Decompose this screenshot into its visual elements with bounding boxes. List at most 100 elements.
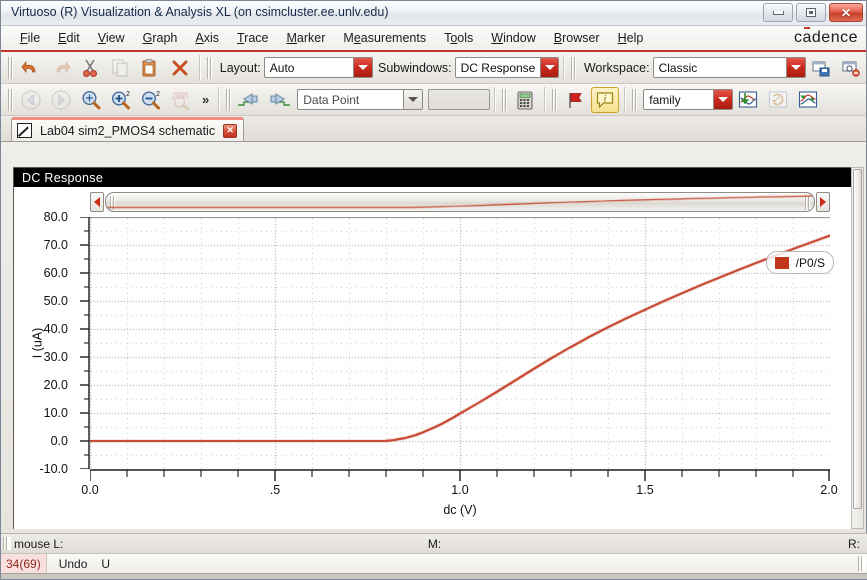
menu-item-graph[interactable]: Graph — [134, 28, 187, 48]
scroll-right-arrow-icon[interactable] — [816, 192, 830, 212]
tab-close-button[interactable]: ✕ — [223, 123, 238, 138]
layout-group-grip[interactable] — [205, 56, 213, 79]
command-status-bar: 34(69) Undo U — [1, 553, 867, 573]
scrollbar-waveform-preview — [106, 193, 814, 211]
redo-icon — [56, 60, 71, 73]
resize-grip[interactable] — [858, 556, 866, 571]
menu-item-help[interactable]: Help — [609, 28, 653, 48]
annotation-group-grip[interactable] — [551, 88, 559, 111]
paste-icon — [142, 58, 156, 76]
delete-workspace-button[interactable] — [837, 55, 865, 81]
restore-icon — [806, 8, 816, 17]
toolbar-grip[interactable] — [7, 56, 14, 79]
save-workspace-button[interactable] — [807, 55, 835, 81]
document-tab[interactable]: Lab04 sim2_PMOS4 schematic ✕ — [11, 117, 245, 141]
y-axis-ticks — [80, 216, 90, 470]
zoom-next-icon — [51, 89, 71, 110]
zoom-fit-button[interactable] — [77, 87, 105, 113]
menu-item-marker[interactable]: Marker — [277, 28, 334, 48]
copy-icon — [112, 59, 128, 76]
family-group-grip[interactable] — [631, 88, 639, 111]
chevron-down-icon — [713, 90, 733, 109]
menu-item-browser[interactable]: Browser — [545, 28, 609, 48]
y-axis[interactable]: I (uA) -10.0 0.0 10.0 20.0 30.0 40.0 50.0 60.0 7… — [14, 210, 90, 476]
legend[interactable]: /P0/S — [765, 251, 834, 274]
redo-button[interactable] — [47, 55, 75, 81]
y-tick-label: 20.0 — [43, 378, 68, 392]
mouse-right-label: R: — [848, 536, 860, 551]
copy-button[interactable] — [106, 55, 134, 81]
delete-icon — [172, 60, 188, 75]
restore-button[interactable] — [796, 3, 826, 22]
x-tick-label: .5 — [269, 483, 281, 497]
marker-mode-select[interactable]: Data Point — [297, 89, 424, 110]
subwindows-select[interactable]: DC Response — [454, 57, 559, 78]
window-title: Virtuoso (R) Visualization & Analysis XL… — [11, 5, 389, 19]
undo-button[interactable] — [17, 55, 45, 81]
x-axis-ticks — [89, 469, 830, 481]
split-trace-button[interactable] — [794, 87, 822, 113]
plot-area[interactable]: /P0/S — [90, 217, 834, 469]
marker-group-grip[interactable] — [225, 88, 233, 111]
swap-trace-icon — [769, 90, 788, 108]
workspace-select[interactable]: Classic — [652, 57, 807, 78]
zoom-in-icon: 2 — [111, 91, 130, 109]
zoom-next-button[interactable] — [47, 87, 75, 113]
menu-bar: File Edit View Graph Axis Trace Marker M… — [1, 26, 866, 52]
swap-trace-button[interactable] — [764, 87, 792, 113]
menu-item-measurements[interactable]: Measurements — [334, 28, 435, 48]
command-count: 34(69) — [1, 554, 47, 573]
chevron-down-icon — [352, 58, 372, 77]
family-select[interactable]: family — [643, 89, 734, 110]
zoom-in-button[interactable]: 2 — [107, 87, 135, 113]
delete-button[interactable] — [166, 55, 194, 81]
horizontal-pan-scrollbar[interactable] — [90, 191, 830, 213]
vertical-scrollbar[interactable] — [851, 167, 864, 529]
zoom-previous-button[interactable] — [17, 87, 45, 113]
menu-item-axis[interactable]: Axis — [186, 28, 228, 48]
y-tick-label: 30.0 — [43, 350, 68, 364]
x-axis[interactable]: dc (V) 0.0 .5 1.0 1.5 2.0 — [81, 469, 838, 524]
pan-scrollbar-thumb[interactable] — [105, 192, 815, 212]
last-command-name: Undo — [58, 556, 88, 571]
marker-value-input[interactable] — [428, 89, 491, 110]
send-to-trace-button[interactable] — [734, 87, 762, 113]
cut-button[interactable] — [77, 55, 105, 81]
annotation-info-icon: i — [597, 91, 614, 108]
layout-select[interactable]: Auto — [263, 57, 373, 78]
zoom-out-button[interactable]: 2 — [137, 87, 165, 113]
toolbar-overflow-button[interactable]: » — [196, 92, 214, 107]
menu-item-file[interactable]: File — [11, 28, 49, 48]
mouse-status-bar: mouse L: M: R: — [1, 533, 867, 553]
workspace-group-grip[interactable] — [569, 56, 577, 79]
save-workspace-icon — [812, 60, 830, 76]
last-command-key: U — [101, 556, 111, 571]
window-controls: ✕ — [763, 3, 863, 22]
marker-previous-button[interactable] — [235, 87, 263, 113]
subwindows-value: DC Response — [460, 60, 536, 75]
chevron-down-icon — [540, 58, 558, 77]
close-button[interactable]: ✕ — [829, 3, 863, 22]
trace-curve — [90, 217, 830, 469]
scroll-left-arrow-icon[interactable] — [90, 192, 104, 212]
delete-workspace-icon — [842, 60, 860, 77]
calculator-group-grip[interactable] — [501, 88, 509, 111]
mouse-left-label: mouse L: — [14, 536, 64, 551]
undo-icon — [21, 60, 36, 73]
y-tick-label: 50.0 — [43, 294, 68, 308]
menu-item-edit[interactable]: Edit — [49, 28, 89, 48]
vertical-scrollbar-thumb[interactable] — [853, 169, 862, 509]
zoom-waveform-button[interactable] — [167, 87, 195, 113]
annotation-info-button[interactable]: i — [591, 86, 620, 113]
menu-item-tools[interactable]: Tools — [435, 28, 482, 48]
calculator-button[interactable] — [511, 87, 539, 113]
flag-marker-button[interactable] — [561, 87, 589, 113]
menu-item-trace[interactable]: Trace — [228, 28, 278, 48]
menu-item-view[interactable]: View — [89, 28, 134, 48]
marker-next-button[interactable] — [265, 87, 293, 113]
zoom-group-grip[interactable] — [7, 88, 14, 111]
paste-button[interactable] — [136, 55, 164, 81]
svg-text:2: 2 — [156, 91, 160, 98]
minimize-button[interactable] — [763, 3, 793, 22]
menu-item-window[interactable]: Window — [482, 28, 544, 48]
